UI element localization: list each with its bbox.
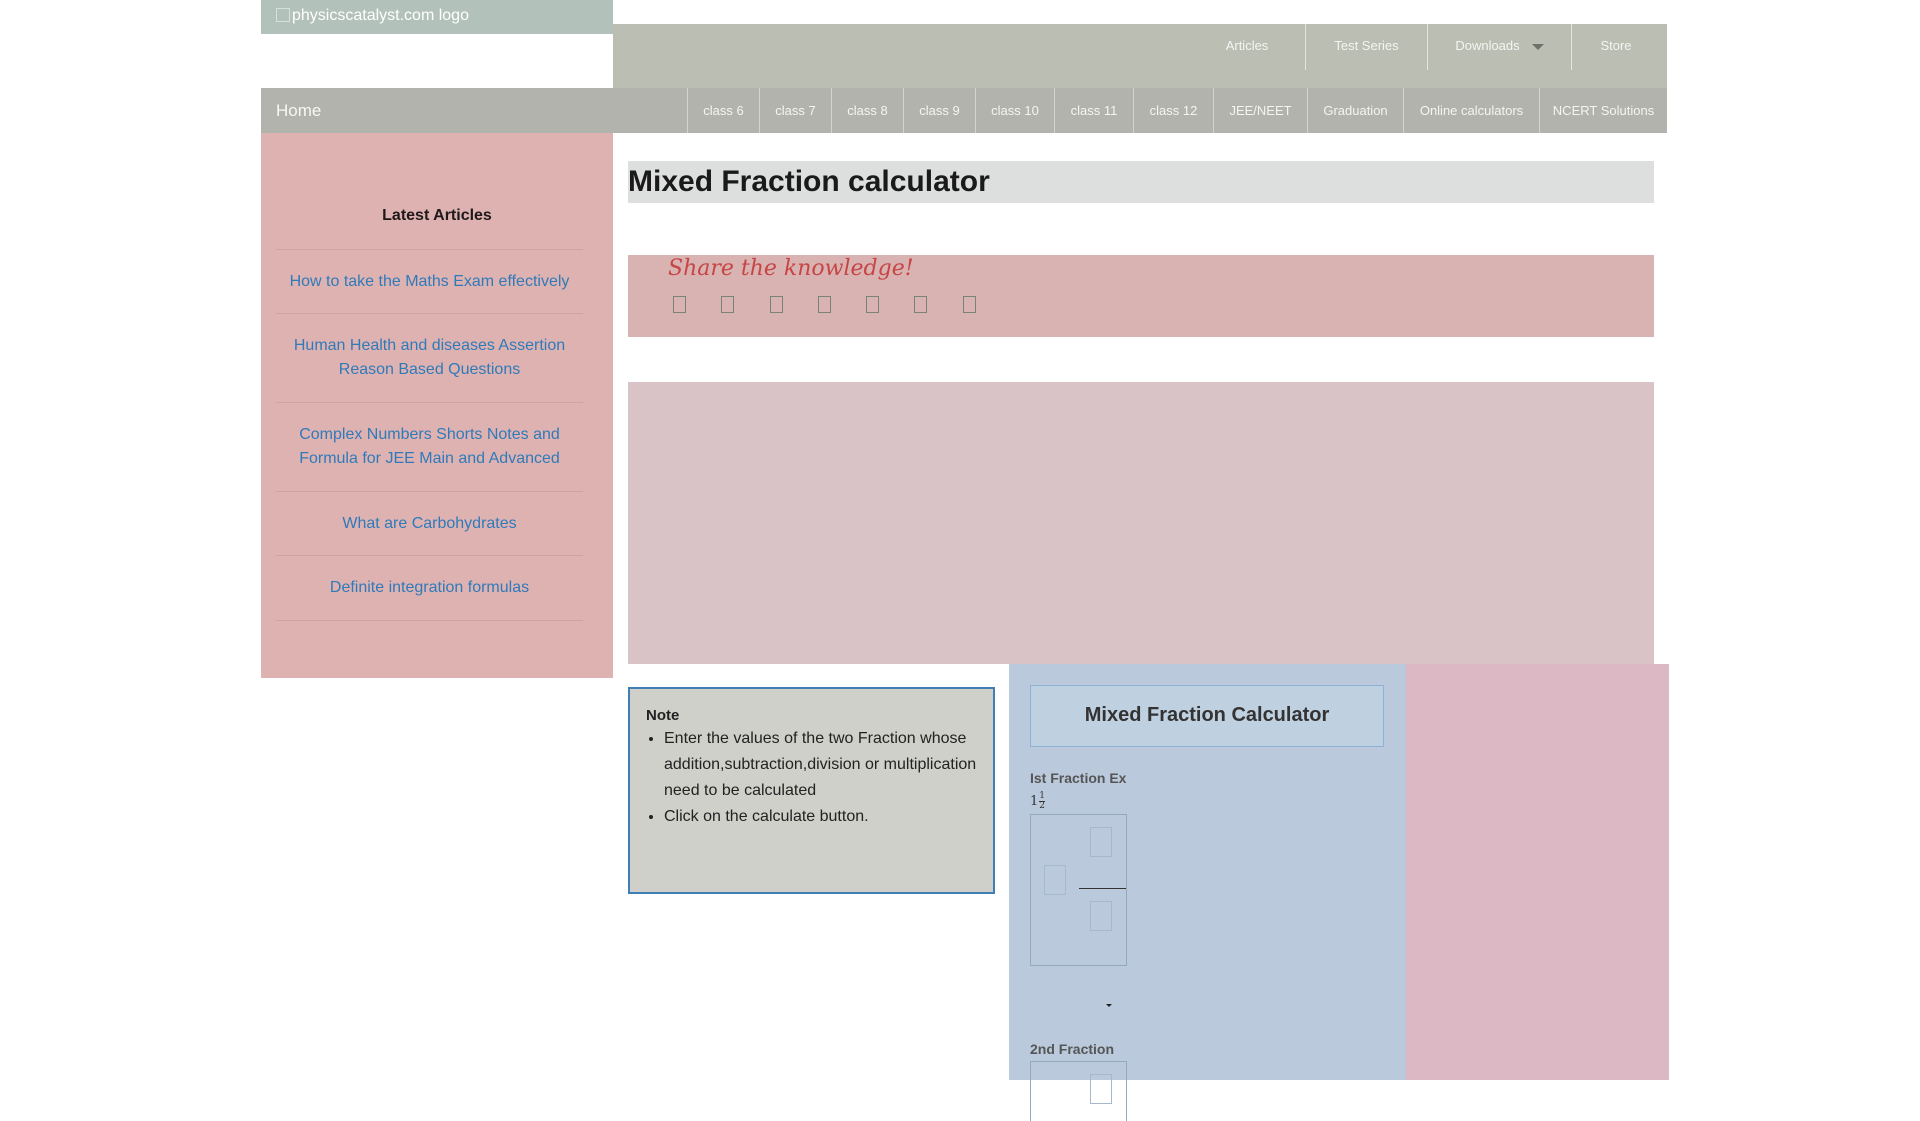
note-box: Note Enter the values of the two Fractio…: [628, 687, 995, 894]
print-icon[interactable]: [963, 296, 976, 313]
example-denominator: 2: [1039, 801, 1046, 811]
caret-down-icon: [1531, 43, 1544, 50]
nav-class-9[interactable]: class 9: [903, 88, 975, 133]
operation-select[interactable]: [1030, 996, 1120, 1014]
right-sidebar: [1406, 664, 1669, 1080]
example-whole: 1: [1030, 794, 1039, 809]
note-item: Click on the calculate button.: [664, 804, 977, 830]
first-fraction-input-group: [1030, 814, 1127, 966]
article-list: How to take the Maths Exam effectively H…: [276, 249, 583, 621]
share-section: Share the knowledge!: [628, 255, 1654, 337]
note-list: Enter the values of the two Fraction who…: [646, 726, 977, 830]
fraction-bar: [1079, 888, 1126, 889]
nav-jee-neet[interactable]: JEE/NEET: [1213, 88, 1307, 133]
nav-class-8[interactable]: class 8: [831, 88, 903, 133]
email-icon[interactable]: [914, 296, 927, 313]
second-numerator-input[interactable]: [1090, 1074, 1112, 1104]
article-link[interactable]: Definite integration formulas: [276, 556, 583, 621]
nav-ncert-solutions[interactable]: NCERT Solutions: [1539, 88, 1667, 133]
share-title: Share the knowledge!: [668, 256, 914, 281]
nav-class-11[interactable]: class 11: [1054, 88, 1133, 133]
top-navigation: Articles Test Series Downloads Store: [613, 24, 1667, 88]
nav-test-series[interactable]: Test Series: [1306, 24, 1428, 70]
ad-placeholder: [628, 382, 1654, 664]
nav-articles[interactable]: Articles: [1189, 24, 1306, 70]
nav-home[interactable]: Home: [276, 88, 321, 133]
site-logo[interactable]: physicscatalyst.com logo: [276, 7, 469, 25]
second-fraction-label: 2nd Fraction: [1030, 1041, 1115, 1057]
nav-class-7[interactable]: class 7: [759, 88, 831, 133]
linkedin-icon[interactable]: [770, 296, 783, 313]
facebook-icon[interactable]: [673, 296, 686, 313]
nav-online-calculators[interactable]: Online calculators: [1403, 88, 1539, 133]
first-numerator-input[interactable]: [1090, 827, 1112, 857]
sidebar-title: Latest Articles: [382, 207, 492, 224]
twitter-icon[interactable]: [721, 296, 734, 313]
second-fraction-input-group: [1030, 1061, 1127, 1121]
nav-articles-label: Articles: [1225, 38, 1269, 53]
page-title: Mixed Fraction calculator: [628, 161, 1654, 203]
sidebar: Latest Articles How to take the Maths Ex…: [261, 133, 613, 678]
broken-image-icon: [276, 8, 290, 22]
example-fraction: 112: [1030, 792, 1046, 811]
nav-store[interactable]: Store: [1572, 24, 1660, 70]
article-link[interactable]: What are Carbohydrates: [276, 492, 583, 556]
first-fraction-label: Ist Fraction Ex: [1030, 770, 1127, 786]
nav-class-12[interactable]: class 12: [1133, 88, 1213, 133]
first-whole-input[interactable]: [1044, 865, 1066, 895]
logo-alt-text: physicscatalyst.com logo: [292, 7, 469, 24]
calculator-panel: Mixed Fraction Calculator Ist Fraction E…: [1009, 664, 1406, 1121]
whatsapp-icon[interactable]: [866, 296, 879, 313]
nav-class-10[interactable]: class 10: [975, 88, 1054, 133]
pinterest-icon[interactable]: [818, 296, 831, 313]
nav-class-6[interactable]: class 6: [687, 88, 759, 133]
chevron-down-icon: [1106, 1004, 1112, 1007]
nav-store-label: Store: [1600, 38, 1632, 53]
nav-graduation[interactable]: Graduation: [1307, 88, 1403, 133]
article-link[interactable]: Human Health and diseases Assertion Reas…: [276, 314, 583, 403]
article-link[interactable]: Complex Numbers Shorts Notes and Formula…: [276, 403, 583, 492]
first-denominator-input[interactable]: [1090, 901, 1112, 931]
main-navigation: Home class 6 class 7 class 8 class 9 cla…: [261, 88, 1667, 133]
article-link[interactable]: How to take the Maths Exam effectively: [276, 250, 583, 314]
nav-downloads-label: Downloads: [1455, 38, 1520, 53]
note-item: Enter the values of the two Fraction who…: [664, 726, 977, 804]
calculator-title: Mixed Fraction Calculator: [1030, 685, 1384, 747]
note-title: Note: [646, 707, 680, 724]
example-fraction-part: 12: [1039, 792, 1046, 811]
logo-container[interactable]: physicscatalyst.com logo: [261, 0, 613, 34]
nav-test-series-label: Test Series: [1334, 38, 1399, 53]
nav-downloads-dropdown[interactable]: Downloads: [1428, 24, 1572, 70]
